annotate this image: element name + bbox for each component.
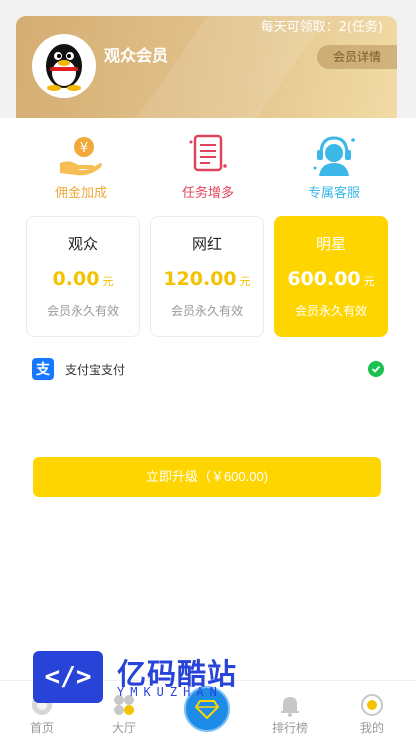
watermark-subtext: YMKUZHAN — [117, 685, 223, 699]
customer-service-icon — [279, 132, 389, 178]
bell-icon — [248, 687, 332, 717]
plan-card-star[interactable]: 明星 600.00 元 会员永久有效 — [274, 216, 388, 337]
user-icon — [330, 687, 414, 717]
plan-price: 600.00 — [287, 268, 361, 290]
tab-label: 排行榜 — [271, 721, 308, 735]
plan-validity: 会员永久有效 — [170, 304, 243, 318]
tab-ranking[interactable]: 排行榜 — [248, 687, 332, 736]
plan-price: 0.00 — [52, 268, 100, 290]
document-list-icon — [153, 132, 263, 178]
benefit-commission: ¥ 佣金加成 — [26, 132, 136, 201]
plan-unit: 元 — [102, 275, 114, 288]
tab-label: 首页 — [29, 721, 54, 735]
plan-card-influencer[interactable]: 网红 120.00 元 会员永久有效 — [150, 216, 264, 337]
plan-name: 网红 — [191, 235, 222, 253]
plan-card-audience[interactable]: 观众 0.00 元 会员永久有效 — [26, 216, 140, 337]
plan-name: 观众 — [67, 235, 98, 253]
benefit-label: 专属客服 — [307, 186, 360, 201]
penguin-icon — [46, 44, 82, 91]
membership-card: 每天可领取：2(任务) 观众会员 会员详情 — [16, 16, 397, 118]
watermark-logo-mark: </> — [33, 651, 103, 703]
plan-validity: 会员永久有效 — [294, 304, 367, 318]
plan-unit: 元 — [239, 275, 251, 288]
plan-price: 120.00 — [163, 268, 237, 290]
avatar[interactable] — [32, 34, 96, 98]
upgrade-button[interactable]: 立即升级（￥600.00) — [33, 457, 381, 497]
hand-coin-icon: ¥ — [26, 132, 136, 178]
tab-label: 大厅 — [111, 721, 136, 735]
payment-option-alipay[interactable]: 支 支付宝支付 — [32, 357, 384, 381]
member-level-title: 观众会员 — [104, 46, 169, 65]
tab-label: 我的 — [359, 721, 384, 735]
benefit-service: 专属客服 — [279, 132, 389, 201]
plan-unit: 元 — [363, 275, 375, 288]
alipay-icon: 支 — [32, 358, 54, 380]
plan-name: 明星 — [315, 235, 346, 253]
benefit-label: 佣金加成 — [54, 186, 107, 201]
check-icon[interactable] — [368, 361, 384, 377]
benefit-tasks: 任务增多 — [153, 132, 263, 201]
svg-text:¥: ¥ — [80, 141, 88, 156]
watermark-logo: </> 亿码酷站 YMKUZHAN — [33, 651, 243, 703]
benefit-label: 任务增多 — [181, 186, 234, 201]
member-details-button[interactable]: 会员详情 — [317, 45, 397, 69]
plan-validity: 会员永久有效 — [46, 304, 119, 318]
daily-claim-text: 每天可领取：2(任务) — [260, 20, 383, 35]
payment-method-label: 支付宝支付 — [65, 362, 126, 377]
tab-mine[interactable]: 我的 — [330, 687, 414, 736]
